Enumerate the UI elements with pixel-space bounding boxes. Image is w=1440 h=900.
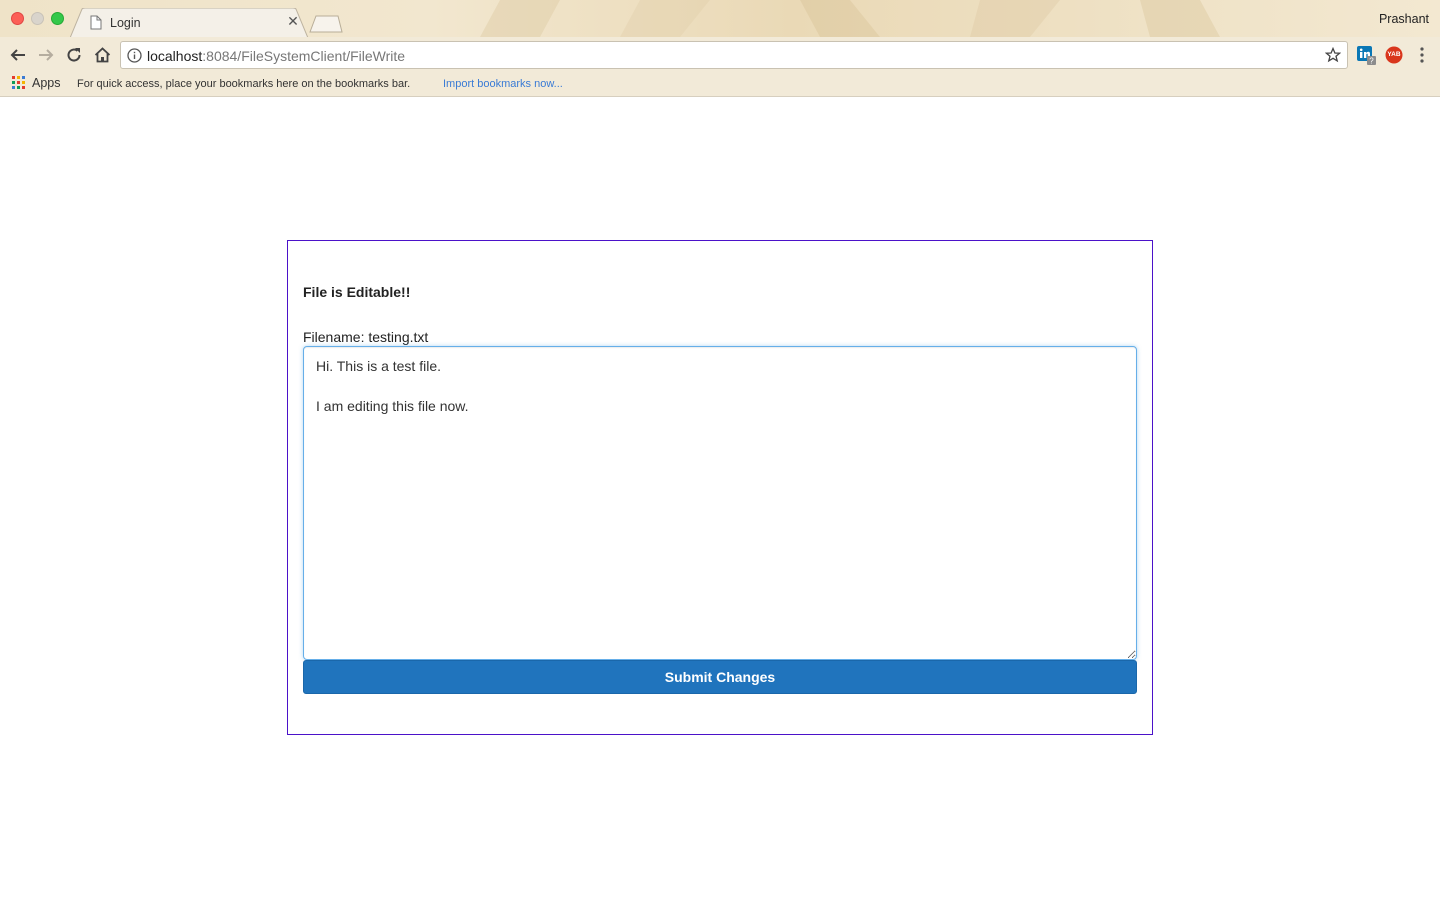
maximize-window-button[interactable] xyxy=(51,12,64,25)
svg-text:?: ? xyxy=(1369,57,1374,66)
url-path: :8084/FileSystemClient/FileWrite xyxy=(202,48,406,64)
import-bookmarks-link[interactable]: Import bookmarks now... xyxy=(443,78,563,90)
tab-shape xyxy=(70,8,309,38)
file-edit-panel: File is Editable!! Filename: testing.txt… xyxy=(287,240,1153,735)
forward-button[interactable] xyxy=(36,45,56,65)
address-bar[interactable]: localhost:8084/FileSystemClient/FileWrit… xyxy=(120,41,1348,69)
linkedin-extension-icon[interactable]: ? xyxy=(1357,46,1377,66)
tab-close-icon[interactable]: ✕ xyxy=(286,14,300,28)
menu-dots-icon[interactable] xyxy=(1416,46,1428,64)
forward-arrow-icon xyxy=(39,49,54,61)
home-icon xyxy=(94,47,110,63)
bookmarks-bar: Apps For quick access, place your bookma… xyxy=(0,73,1440,97)
browser-titlebar: Login ✕ Prashant xyxy=(0,0,1440,38)
bookmark-star-icon[interactable] xyxy=(1325,47,1341,63)
page-icon xyxy=(90,15,102,30)
file-content-textarea[interactable]: Hi. This is a test file. I am editing th… xyxy=(303,346,1137,660)
url-text: localhost:8084/FileSystemClient/FileWrit… xyxy=(147,48,405,64)
page-heading: File is Editable!! xyxy=(303,284,411,300)
home-button[interactable] xyxy=(92,45,112,65)
apps-shortcut[interactable]: Apps xyxy=(12,76,61,90)
yab-extension-label: YAB xyxy=(1387,51,1401,58)
tab-title: Login xyxy=(110,16,141,30)
apps-label: Apps xyxy=(32,76,61,90)
reload-button[interactable] xyxy=(64,45,84,65)
reload-icon xyxy=(67,48,81,62)
tab-login[interactable]: Login ✕ xyxy=(70,8,310,38)
back-arrow-icon xyxy=(10,49,25,61)
bookmarks-hint: For quick access, place your bookmarks h… xyxy=(77,78,411,90)
submit-changes-button[interactable]: Submit Changes xyxy=(303,660,1137,694)
minimize-window-button[interactable] xyxy=(31,12,44,25)
close-window-button[interactable] xyxy=(11,12,24,25)
browser-toolbar: localhost:8084/FileSystemClient/FileWrit… xyxy=(0,37,1440,73)
url-host: localhost xyxy=(147,48,203,64)
new-tab-button[interactable] xyxy=(308,14,344,34)
filename-label: Filename: testing.txt xyxy=(303,329,429,345)
titlebar-pattern xyxy=(480,0,1220,37)
info-icon[interactable] xyxy=(127,48,142,63)
apps-grid-icon xyxy=(12,76,25,89)
profile-name[interactable]: Prashant xyxy=(1379,12,1429,26)
back-button[interactable] xyxy=(8,45,28,65)
